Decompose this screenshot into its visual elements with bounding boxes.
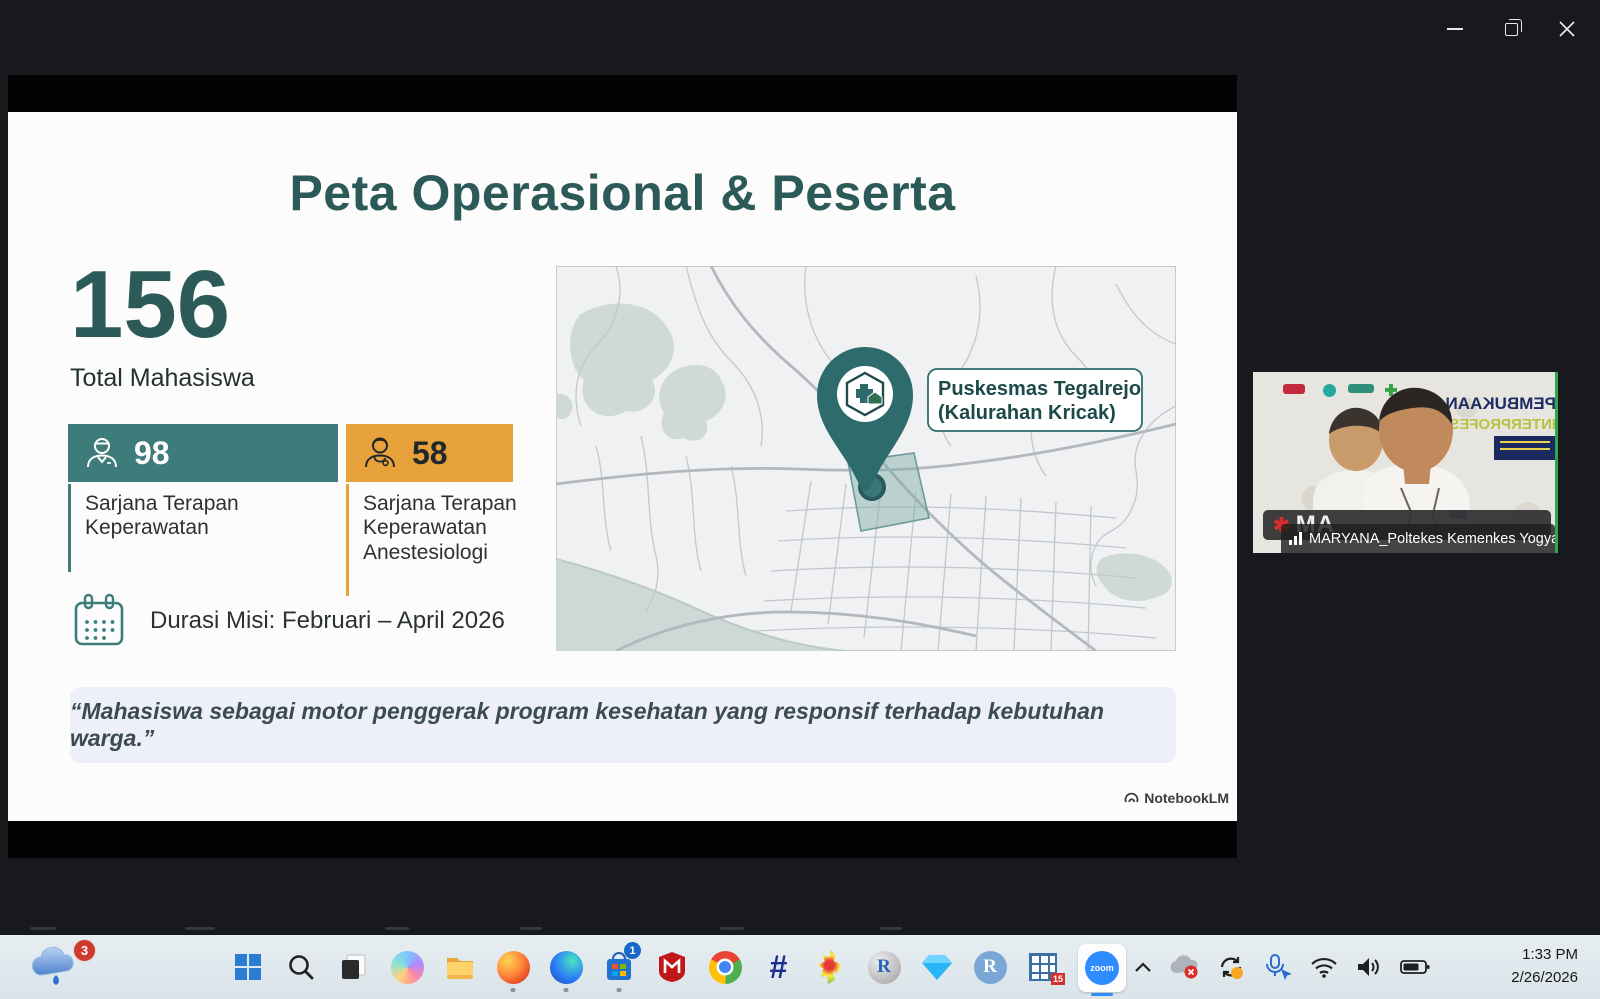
- doctor-icon: [360, 433, 400, 473]
- map-graphic: Puskesmas Tegalrejo (Kalurahan Kricak): [556, 266, 1176, 651]
- map-pin-label: Puskesmas Tegalrejo (Kalurahan Kricak): [928, 369, 1142, 431]
- rstudio-icon: R: [868, 951, 901, 984]
- copilot-button[interactable]: [387, 941, 427, 993]
- slide-title: Peta Operasional & Peserta: [8, 164, 1237, 222]
- clock-time: 1:33 PM: [1511, 943, 1578, 966]
- running-indicator: [617, 988, 622, 992]
- mcafee-shield-icon: [658, 951, 686, 983]
- windows-start-icon: [233, 952, 263, 982]
- start-button[interactable]: [228, 941, 268, 993]
- program-label-anesthesiology: Sarjana Terapan Keperawatan Anestesiolog…: [346, 484, 522, 596]
- store-badge: 1: [624, 942, 641, 959]
- copilot-icon: [391, 951, 424, 984]
- minimize-icon: [1447, 28, 1463, 30]
- quote-text: “Mahasiswa sebagai motor penggerak progr…: [70, 698, 1176, 752]
- windows-taskbar: 3: [0, 935, 1600, 999]
- program-stat-value: 98: [134, 435, 170, 472]
- participant-name: MARYANA_Poltekes Kemenkes Yogyakarta: [1309, 531, 1558, 547]
- file-explorer-icon: [444, 951, 476, 983]
- cutoff-artifact: [185, 927, 215, 930]
- weather-widget[interactable]: 3: [28, 941, 98, 993]
- zoom-icon: zoom: [1085, 951, 1119, 985]
- restore-icon: [1505, 23, 1518, 36]
- calendar-badge: 15: [1051, 973, 1065, 985]
- signal-bars-icon: [1289, 532, 1302, 545]
- edge-button[interactable]: [546, 941, 586, 993]
- participant-name-plate: MARYANA_Poltekes Kemenkes Yogyakarta: [1281, 524, 1555, 553]
- duration-text: Durasi Misi: Februari – April 2026: [150, 607, 505, 635]
- search-button[interactable]: [281, 941, 321, 993]
- clock-date: 2/26/2026: [1511, 966, 1578, 989]
- gem-app-button[interactable]: [917, 941, 957, 993]
- program-label-nursing: Sarjana Terapan Keperawatan: [68, 484, 336, 572]
- presentation-slide: Peta Operasional & Peserta 156 Total Mah…: [8, 112, 1237, 821]
- h-app-icon: #: [769, 949, 787, 986]
- zoom-app-button[interactable]: zoom: [1076, 941, 1128, 993]
- program-stat-anesthesiology: 58: [346, 424, 513, 482]
- nurse-icon: [82, 433, 122, 473]
- running-indicator: [564, 988, 569, 992]
- notebooklm-attribution: NotebookLM: [1124, 790, 1229, 806]
- total-students-value: 156: [70, 250, 230, 360]
- operational-map: Puskesmas Tegalrejo (Kalurahan Kricak): [556, 266, 1176, 651]
- calendar-icon: [70, 592, 128, 650]
- close-button[interactable]: [1544, 8, 1590, 50]
- quote-box: “Mahasiswa sebagai motor penggerak progr…: [70, 687, 1176, 763]
- file-explorer-button[interactable]: [440, 941, 480, 993]
- cutoff-artifact: [385, 927, 409, 930]
- map-label-line1: Puskesmas Tegalrejo: [938, 378, 1141, 400]
- total-students-label: Total Mahasiswa: [70, 364, 255, 393]
- shared-screen-frame: Peta Operasional & Peserta 156 Total Mah…: [8, 75, 1237, 858]
- calendar-grid-app-button[interactable]: 15: [1023, 941, 1063, 993]
- active-app-indicator: [1091, 993, 1113, 996]
- restore-button[interactable]: [1488, 8, 1534, 50]
- minimize-button[interactable]: [1432, 8, 1478, 50]
- cutoff-artifact: [720, 927, 744, 930]
- sync-icon[interactable]: [1216, 953, 1246, 981]
- r-circle-app-button[interactable]: R: [970, 941, 1010, 993]
- active-speaker-border: [1555, 372, 1558, 553]
- microsoft-store-button[interactable]: 1: [599, 941, 639, 993]
- r-circle-icon: R: [974, 951, 1007, 984]
- taskbar-clock[interactable]: 1:33 PM 2/26/2026: [1511, 943, 1578, 990]
- mcafee-button[interactable]: [652, 941, 692, 993]
- mission-duration: Durasi Misi: Februari – April 2026: [70, 592, 505, 650]
- chrome-button[interactable]: [705, 941, 745, 993]
- microphone-location-icon[interactable]: [1263, 953, 1293, 981]
- firefox-icon: [497, 951, 530, 984]
- cutoff-artifact: [520, 927, 542, 930]
- onedrive-error-icon[interactable]: [1169, 955, 1199, 979]
- cutoff-artifact: [880, 927, 902, 930]
- close-icon: [1558, 20, 1576, 38]
- h-app-button[interactable]: #: [758, 941, 798, 993]
- zoom-app-tile: zoom: [1078, 944, 1126, 992]
- search-icon: [287, 953, 315, 981]
- tray-chevron-icon[interactable]: [1134, 961, 1152, 973]
- gis-heatmap-icon: [815, 950, 847, 984]
- gis-app-button[interactable]: [811, 941, 851, 993]
- edge-icon: [550, 951, 583, 984]
- program-stat-value: 58: [412, 435, 448, 472]
- firefox-button[interactable]: [493, 941, 533, 993]
- wifi-icon[interactable]: [1310, 956, 1338, 978]
- program-stat-nursing: 98: [68, 424, 338, 482]
- map-label-line2: (Kalurahan Kricak): [938, 402, 1116, 424]
- attribution-text: NotebookLM: [1144, 790, 1229, 806]
- notebooklm-icon: [1124, 791, 1139, 806]
- task-view-button[interactable]: [334, 941, 374, 993]
- participant-video-tile[interactable]: PEMBUKAAN PRA INTERPROFESSION ✱: [1253, 372, 1558, 553]
- chrome-icon: [709, 951, 742, 984]
- speaker-icon[interactable]: [1355, 955, 1383, 979]
- weather-badge: 3: [73, 939, 96, 962]
- battery-icon[interactable]: [1400, 959, 1430, 975]
- task-view-icon: [339, 952, 369, 982]
- rstudio-button[interactable]: R: [864, 941, 904, 993]
- system-tray: [1134, 935, 1430, 999]
- diamond-icon: [921, 953, 953, 981]
- zoom-meeting-window: Peta Operasional & Peserta 156 Total Mah…: [0, 0, 1600, 999]
- running-indicator: [511, 988, 516, 992]
- taskbar-app-icons: 1 #: [228, 941, 1128, 993]
- cutoff-artifact: [30, 927, 56, 930]
